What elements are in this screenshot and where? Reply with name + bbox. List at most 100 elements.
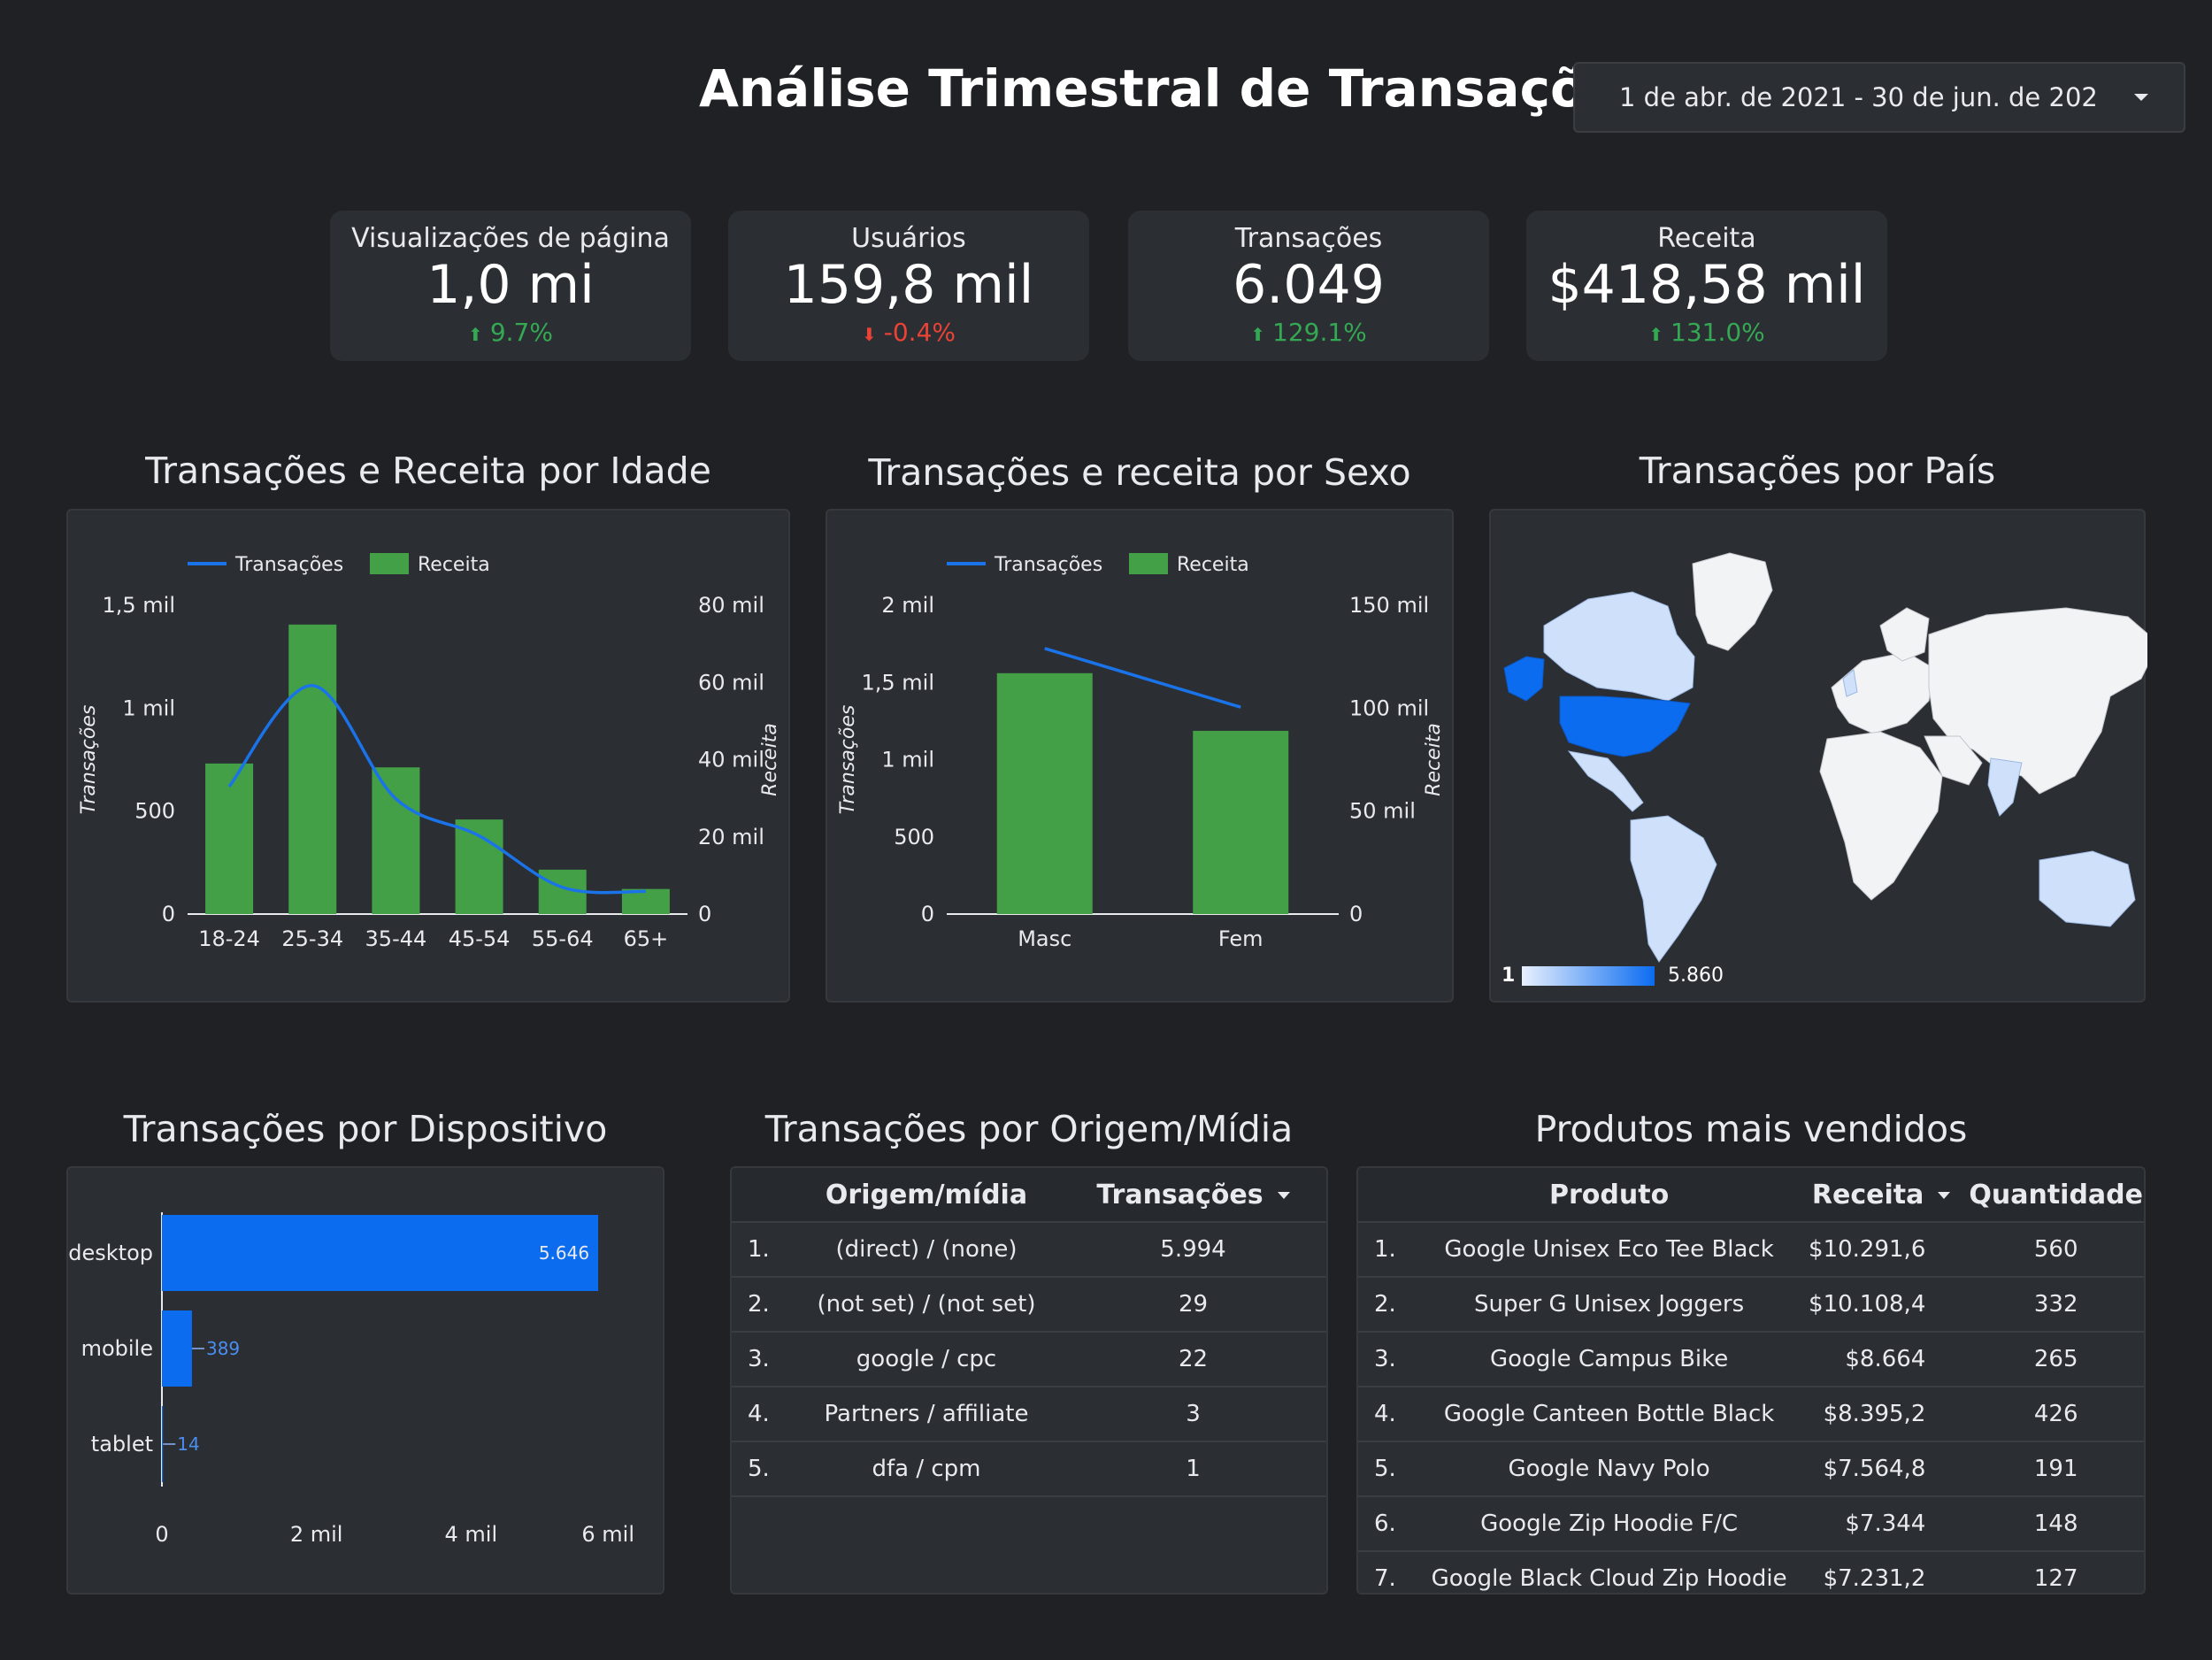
map-region-scandinavia[interactable]: [1879, 607, 1930, 662]
map-region-australia[interactable]: [2039, 850, 2136, 927]
y-tick-label: 0: [162, 902, 175, 926]
map-region-canada[interactable]: [1543, 591, 1695, 702]
bar-receita[interactable]: [455, 819, 503, 914]
table-row[interactable]: 4. Google Canteen Bottle Black $8.395,2 …: [1358, 1386, 2144, 1441]
cell-source: Partners / affiliate: [793, 1386, 1060, 1441]
col-header-label: Transações: [1096, 1179, 1263, 1210]
chart-age[interactable]: Transações Receita 0 500 1 mil 1,5 mil 0 20 mil…: [68, 511, 792, 1004]
data-label: 389: [206, 1338, 240, 1359]
arrow-up-icon: ⬆: [468, 324, 483, 345]
world-map[interactable]: 1 5.860: [1491, 511, 2160, 1004]
y2-axis-title: Receita: [1423, 723, 1445, 796]
bar-receita[interactable]: [372, 767, 420, 914]
section-title-age: Transações e Receita por Idade: [145, 450, 711, 492]
map-region-usa[interactable]: [1559, 696, 1691, 757]
row-rank: 4.: [1358, 1386, 1419, 1441]
date-range-picker[interactable]: 1 de abr. de 2021 - 30 de jun. de 202: [1573, 62, 2185, 133]
kpi-delta-value: 131.0%: [1671, 318, 1765, 347]
bar-device[interactable]: [162, 1215, 599, 1291]
col-header-product[interactable]: Produto: [1418, 1168, 1800, 1222]
table-row[interactable]: 6. Google Zip Hoodie F/C $7.344 148: [1358, 1495, 2144, 1551]
cell-product: Google Canteen Bottle Black: [1418, 1386, 1800, 1441]
legend-label[interactable]: Transações: [234, 554, 343, 576]
bar-receita[interactable]: [1193, 730, 1289, 914]
legend-label[interactable]: Receita: [418, 554, 490, 576]
x-tick-label: 65+: [624, 926, 669, 951]
y2-axis-title: Receita: [759, 723, 781, 796]
map-region-alaska[interactable]: [1503, 656, 1545, 702]
table-row[interactable]: 5. Google Navy Polo $7.564,8 191: [1358, 1441, 2144, 1496]
y2-tick-label: 50 mil: [1349, 799, 1416, 824]
row-rank: 3.: [732, 1331, 793, 1387]
kpi-card-users: Usuários 159,8 mil ⬇ -0.4%: [728, 211, 1089, 361]
kpi-card-revenue: Receita $418,58 mil ⬆ 131.0%: [1526, 211, 1887, 361]
col-header-source[interactable]: Origem/mídia: [793, 1168, 1060, 1222]
legend-bar-swatch: [370, 553, 409, 574]
col-header-transactions[interactable]: Transações: [1060, 1168, 1326, 1222]
kpi-label: Usuários: [851, 223, 966, 254]
map-region-africa[interactable]: [1819, 731, 1943, 901]
cell-quantity: 191: [1968, 1441, 2144, 1496]
kpi-value: 1,0 mi: [426, 254, 595, 316]
cell-quantity: 127: [1968, 1550, 2144, 1593]
kpi-value: 6.049: [1233, 254, 1385, 316]
col-header-quantity[interactable]: Quantidade: [1968, 1168, 2144, 1222]
y-tick-label: 0: [921, 902, 934, 926]
cell-revenue: $8.664: [1799, 1331, 1969, 1387]
kpi-delta: ⬆ 9.7%: [330, 318, 691, 347]
y2-tick-label: 80 mil: [698, 593, 764, 618]
y-axis-title: Transações: [78, 705, 100, 815]
data-label: 5.646: [539, 1242, 589, 1264]
table-header-row: Origem/mídia Transações: [732, 1168, 1326, 1222]
table-panel-products: Produto Receita Quantidade 1. Google Uni…: [1356, 1166, 2146, 1595]
table-row[interactable]: 1. (direct) / (none) 5.994: [732, 1221, 1326, 1277]
row-rank: 6.: [1358, 1495, 1419, 1551]
y2-tick-label: 0: [1349, 902, 1363, 926]
map-region-india[interactable]: [1987, 757, 2023, 817]
cell-revenue: $8.395,2: [1799, 1386, 1969, 1441]
map-region-south-america[interactable]: [1630, 815, 1717, 963]
map-region-mexico[interactable]: [1567, 750, 1644, 812]
kpi-label: Receita: [1657, 223, 1756, 254]
data-label: 14: [177, 1433, 199, 1455]
col-header-revenue[interactable]: Receita: [1799, 1168, 1969, 1222]
table-row[interactable]: 7. Google Black Cloud Zip Hoodie $7.231,…: [1358, 1550, 2144, 1593]
chart-panel-country: 1 5.860: [1489, 509, 2160, 1004]
y-tick-label: mobile: [81, 1336, 153, 1361]
row-rank: 7.: [1358, 1550, 1419, 1593]
x-tick-label: 35-44: [365, 926, 427, 951]
kpi-delta-value: 129.1%: [1272, 318, 1367, 347]
y-tick-label: 1,5 mil: [102, 593, 175, 618]
cell-quantity: 560: [1968, 1221, 2144, 1277]
bar-receita[interactable]: [288, 624, 337, 914]
section-title-products: Produtos mais vendidos: [1534, 1108, 1968, 1150]
chart-sex[interactable]: Transações Receita 0 500 1 mil 1,5 mil 2 mil 0 5…: [827, 511, 1455, 1004]
table-row[interactable]: 3. google / cpc 22: [732, 1331, 1326, 1387]
kpi-value: 159,8 mil: [783, 254, 1034, 316]
table-row[interactable]: 1. Google Unisex Eco Tee Black $10.291,6…: [1358, 1221, 2144, 1277]
table-row[interactable]: 2. (not set) / (not set) 29: [732, 1276, 1326, 1332]
bar-receita[interactable]: [996, 672, 1093, 914]
y-tick-label: 500: [134, 799, 175, 824]
bar-device[interactable]: [162, 1310, 192, 1387]
map-region-greenland[interactable]: [1692, 552, 1773, 651]
x-tick-label: Masc: [1018, 926, 1071, 951]
chart-device[interactable]: desktop 5.646 mobile 389 tablet 14 0 2 mil 4 mil…: [68, 1168, 666, 1596]
table-row[interactable]: 3. Google Campus Bike $8.664 265: [1358, 1331, 2144, 1387]
legend-label[interactable]: Receita: [1177, 554, 1249, 576]
table-row[interactable]: 5. dfa / cpm 1: [732, 1441, 1326, 1496]
x-tick-label: Fem: [1218, 926, 1263, 951]
bar-device[interactable]: [162, 1406, 164, 1482]
cell-product: Google Black Cloud Zip Hoodie: [1418, 1550, 1800, 1593]
section-title-source: Transações por Origem/Mídia: [764, 1108, 1294, 1150]
row-rank: 1.: [1358, 1221, 1419, 1277]
map-legend-min: 1: [1502, 964, 1515, 987]
table-row[interactable]: 4. Partners / affiliate 3: [732, 1386, 1326, 1441]
y2-tick-label: 20 mil: [698, 825, 764, 849]
y-tick-label: tablet: [91, 1432, 153, 1456]
legend-label[interactable]: Transações: [994, 554, 1102, 576]
table-row[interactable]: 2. Super G Unisex Joggers $10.108,4 332: [1358, 1276, 2144, 1332]
x-tick-label: 2 mil: [290, 1522, 343, 1547]
cell-quantity: 148: [1968, 1495, 2144, 1551]
cell-product: Google Zip Hoodie F/C: [1418, 1495, 1800, 1551]
